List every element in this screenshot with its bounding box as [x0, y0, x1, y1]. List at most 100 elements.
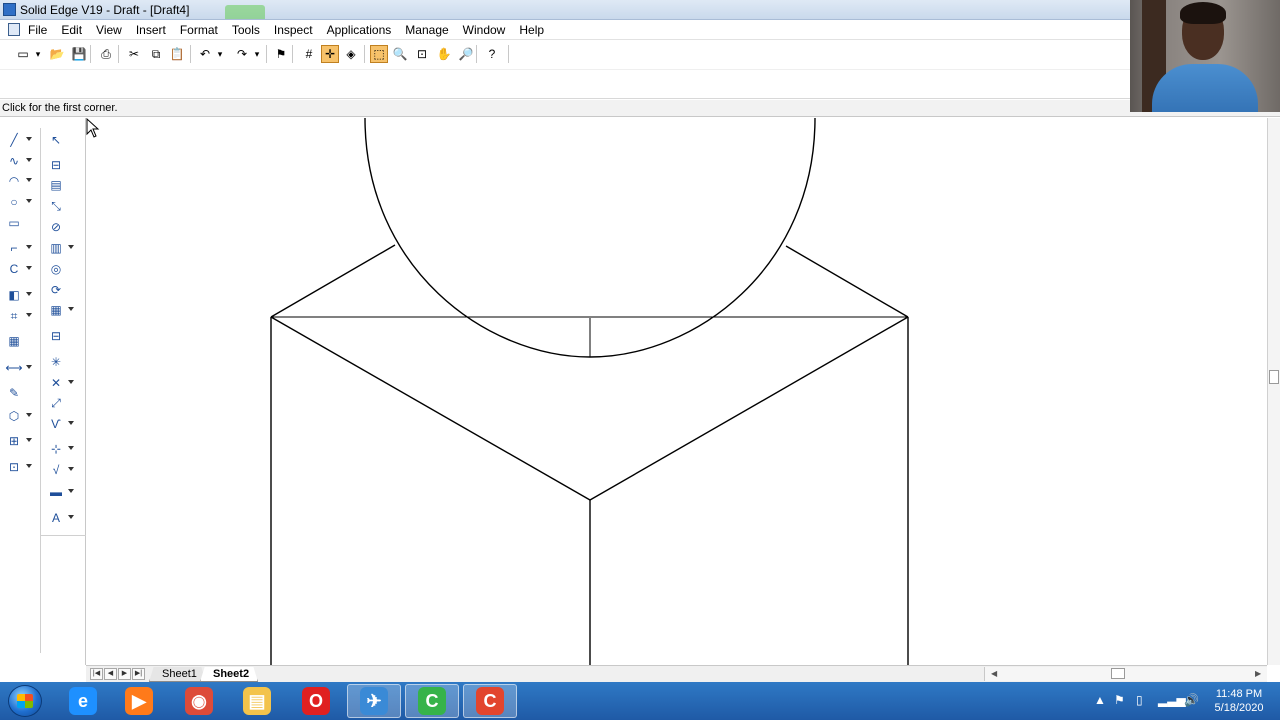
volume-icon[interactable]: 🔊 [1184, 694, 1199, 706]
zoom-tool-icon[interactable]: 🔎 [457, 45, 475, 63]
chevron-down-icon[interactable] [26, 199, 32, 203]
arc-tool[interactable]: ◠ [6, 173, 38, 191]
chevron-down-icon[interactable] [26, 413, 32, 417]
new-dropdown-icon[interactable]: ▾ [33, 45, 43, 63]
undo-icon[interactable]: ↶ [196, 45, 214, 63]
chevron-down-icon[interactable] [68, 307, 74, 311]
chevron-down-icon[interactable] [68, 467, 74, 471]
menu-applications[interactable]: Applications [320, 20, 399, 40]
taskbar-app-solid-edge[interactable]: ✈ [347, 684, 401, 718]
taskbar-app-opera[interactable]: O [289, 684, 343, 718]
auxiliary-view-tool[interactable]: ⤡ [48, 198, 80, 216]
vertical-scroll-thumb[interactable] [1269, 370, 1279, 384]
chevron-down-icon[interactable] [26, 137, 32, 141]
callout-tool[interactable]: ▬ [48, 484, 80, 502]
taskbar-app-media-player[interactable]: ▶ [112, 684, 166, 718]
battery-icon[interactable]: ▯ [1136, 694, 1143, 706]
text-tool[interactable]: A [48, 510, 80, 528]
view-wizard-tool[interactable]: ⊟ [48, 157, 80, 175]
circle-tool[interactable]: ○ [6, 194, 38, 212]
cut-icon[interactable]: ✂ [125, 45, 143, 63]
last-sheet-button[interactable]: ▶| [132, 668, 145, 680]
chevron-down-icon[interactable] [26, 438, 32, 442]
menu-manage[interactable]: Manage [398, 20, 455, 40]
chevron-down-icon[interactable] [26, 158, 32, 162]
menu-edit[interactable]: Edit [54, 20, 89, 40]
fillet-tool[interactable]: ⌐ [6, 240, 38, 258]
menu-help[interactable]: Help [512, 20, 551, 40]
select-tool[interactable]: ↖ [48, 132, 80, 150]
new-icon[interactable]: ▭ [14, 45, 32, 63]
menu-tools[interactable]: Tools [225, 20, 267, 40]
copy-icon[interactable]: ⧉ [147, 45, 165, 63]
centermark-tool[interactable]: ✕ [48, 375, 80, 393]
scroll-left-icon[interactable]: ◀ [991, 669, 997, 678]
flag-icon[interactable]: ⚑ [272, 45, 290, 63]
menu-view[interactable]: View [89, 20, 129, 40]
surface-tool[interactable]: √ [48, 462, 80, 480]
tab-sheet2[interactable]: Sheet2 [200, 667, 259, 682]
fit-icon[interactable]: ⊡ [413, 45, 431, 63]
chevron-down-icon[interactable] [26, 313, 32, 317]
taskbar-app-internet-explorer[interactable]: e [56, 684, 110, 718]
tray-arrow-icon[interactable]: ▲ [1094, 694, 1106, 706]
previous-sheet-button[interactable]: ◀ [104, 668, 117, 680]
frame-tool[interactable]: ⊡ [6, 459, 38, 477]
print-icon[interactable]: ⎙ [97, 45, 115, 63]
snap-icon[interactable]: ✛ [321, 45, 339, 63]
menu-format[interactable]: Format [173, 20, 225, 40]
zoom-icon[interactable]: 🔍 [391, 45, 409, 63]
chevron-down-icon[interactable] [68, 380, 74, 384]
save-icon[interactable]: 💾 [70, 45, 88, 63]
weld-tool[interactable]: Ѵ [48, 416, 80, 434]
symbol-tool[interactable]: ⌗ [6, 308, 38, 326]
taskbar-app-camtasia-red[interactable]: C [463, 684, 517, 718]
block-tool[interactable]: ⊞ [6, 433, 38, 451]
redo-dropdown-icon[interactable]: ▾ [252, 45, 262, 63]
chevron-down-icon[interactable] [68, 489, 74, 493]
vertical-scrollbar[interactable] [1267, 118, 1280, 665]
datum-tool[interactable]: ⊹ [48, 441, 80, 459]
menu-inspect[interactable]: Inspect [267, 20, 320, 40]
chevron-down-icon[interactable] [26, 245, 32, 249]
clock[interactable]: 11:48 PM 5/18/2020 [1206, 687, 1272, 715]
scroll-right-icon[interactable]: ▶ [1255, 669, 1261, 678]
first-sheet-button[interactable]: |◀ [90, 668, 103, 680]
chevron-down-icon[interactable] [68, 245, 74, 249]
drawing-canvas[interactable] [86, 118, 1267, 665]
pan-icon[interactable]: ✋ [435, 45, 453, 63]
rotate-view-tool[interactable]: ⟳ [48, 282, 80, 300]
chevron-down-icon[interactable] [26, 365, 32, 369]
menu-file[interactable]: File [21, 20, 54, 40]
undo-dropdown-icon[interactable]: ▾ [215, 45, 225, 63]
help-icon[interactable]: ? [483, 45, 501, 63]
line-tool[interactable]: ╱ [6, 132, 38, 150]
curve-tool[interactable]: ∿ [6, 153, 38, 171]
part-tool[interactable]: ⬡ [6, 408, 38, 426]
chevron-down-icon[interactable] [68, 421, 74, 425]
tab-sheet1[interactable]: Sheet1 [149, 667, 206, 682]
menu-insert[interactable]: Insert [129, 20, 173, 40]
section-tool[interactable]: ⊘ [48, 219, 80, 237]
menu-window[interactable]: Window [456, 20, 513, 40]
redo-icon[interactable]: ↷ [233, 45, 251, 63]
principal-view-tool[interactable]: ▤ [48, 177, 80, 195]
balloon-tool[interactable]: ⊟ [48, 328, 80, 346]
detail-view-tool[interactable]: ▥ [48, 240, 80, 258]
leader-tool[interactable]: ⤢ [48, 395, 80, 413]
dimension-tool[interactable]: ⟷ [5, 360, 38, 378]
chevron-down-icon[interactable] [68, 515, 74, 519]
properties-tool[interactable]: ✎ [6, 385, 38, 403]
fill-tool[interactable]: ◧ [6, 287, 38, 305]
document-icon[interactable] [8, 23, 20, 36]
hatch-tool[interactable]: ▦ [6, 333, 38, 351]
taskbar-app-chrome[interactable]: ◉ [172, 684, 226, 718]
chevron-down-icon[interactable] [26, 178, 32, 182]
open-icon[interactable]: 📂 [48, 45, 66, 63]
annotation-tool[interactable]: ✳ [48, 354, 80, 372]
zoom-area-icon[interactable]: ⬚ [370, 45, 388, 63]
layers-icon[interactable]: ◈ [342, 45, 360, 63]
horizontal-scroll-thumb[interactable] [1111, 668, 1125, 679]
chevron-down-icon[interactable] [26, 464, 32, 468]
drawing-sheet[interactable] [86, 118, 1267, 665]
